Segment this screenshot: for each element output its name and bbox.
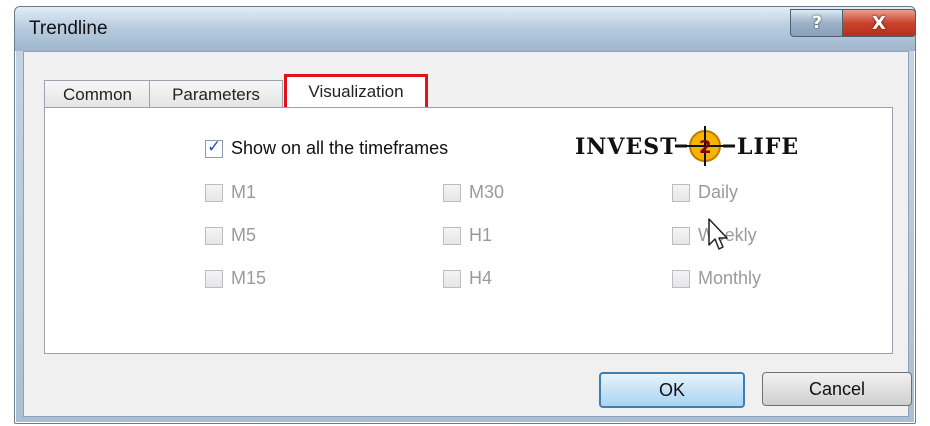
timeframe-option-m30[interactable]: M30 <box>443 182 504 203</box>
svg-text:INVEST: INVEST <box>575 134 678 160</box>
dialog-window: Trendline ? X Common Parameters Visualiz… <box>14 6 916 424</box>
timeframe-checkbox[interactable] <box>205 269 223 288</box>
timeframe-option-h4[interactable]: H4 <box>443 268 492 289</box>
timeframe-checkbox[interactable] <box>672 183 690 202</box>
tab-visualization[interactable]: Visualization <box>284 74 428 107</box>
tab-common[interactable]: Common <box>44 80 151 108</box>
timeframe-label: Daily <box>698 182 739 202</box>
dialog-client-area: Common Parameters Visualization ✓ Show o… <box>23 51 912 417</box>
title-bar[interactable]: Trendline ? X <box>15 7 916 51</box>
timeframe-option-m5[interactable]: M5 <box>205 225 256 246</box>
timeframe-label: M5 <box>231 225 257 245</box>
timeframe-option-monthly[interactable]: Monthly <box>672 268 761 289</box>
timeframe-label: Monthly <box>698 268 762 288</box>
timeframe-checkbox[interactable] <box>443 183 461 202</box>
close-button[interactable]: X <box>842 9 916 37</box>
svg-text:LIFE: LIFE <box>737 134 799 160</box>
timeframe-option-daily[interactable]: Daily <box>672 182 738 203</box>
window-title: Trendline <box>29 18 108 39</box>
show-all-timeframes-label: Show on all the timeframes <box>231 138 449 158</box>
timeframe-label: H1 <box>469 225 493 245</box>
timeframe-checkbox[interactable] <box>443 269 461 288</box>
timeframe-checkbox[interactable] <box>672 269 690 288</box>
svg-text:2: 2 <box>699 137 712 158</box>
tab-parameters[interactable]: Parameters <box>149 80 283 108</box>
visualization-panel: ✓ Show on all the timeframes INVEST 2 LI… <box>44 107 893 354</box>
timeframe-label: M1 <box>231 182 257 202</box>
timeframe-checkbox[interactable] <box>205 226 223 245</box>
invest2life-logo: INVEST 2 LIFE <box>575 126 799 166</box>
help-button[interactable]: ? <box>790 9 844 37</box>
timeframe-label: M15 <box>231 268 267 288</box>
timeframe-checkbox[interactable] <box>443 226 461 245</box>
show-all-timeframes-checkbox[interactable]: ✓ <box>205 136 223 158</box>
mouse-pointer-icon <box>708 218 728 250</box>
show-all-timeframes-option[interactable]: ✓ Show on all the timeframes <box>205 136 449 159</box>
timeframe-checkbox[interactable] <box>205 183 223 202</box>
checkmark-icon: ✓ <box>207 136 222 157</box>
timeframe-option-m15[interactable]: M15 <box>205 268 266 289</box>
timeframe-label: M30 <box>469 182 505 202</box>
timeframe-label: H4 <box>469 268 493 288</box>
timeframe-option-h1[interactable]: H1 <box>443 225 492 246</box>
cancel-button[interactable]: Cancel <box>762 372 912 406</box>
timeframe-checkbox[interactable] <box>672 226 690 245</box>
timeframe-option-m1[interactable]: M1 <box>205 182 256 203</box>
ok-button[interactable]: OK <box>599 372 745 408</box>
